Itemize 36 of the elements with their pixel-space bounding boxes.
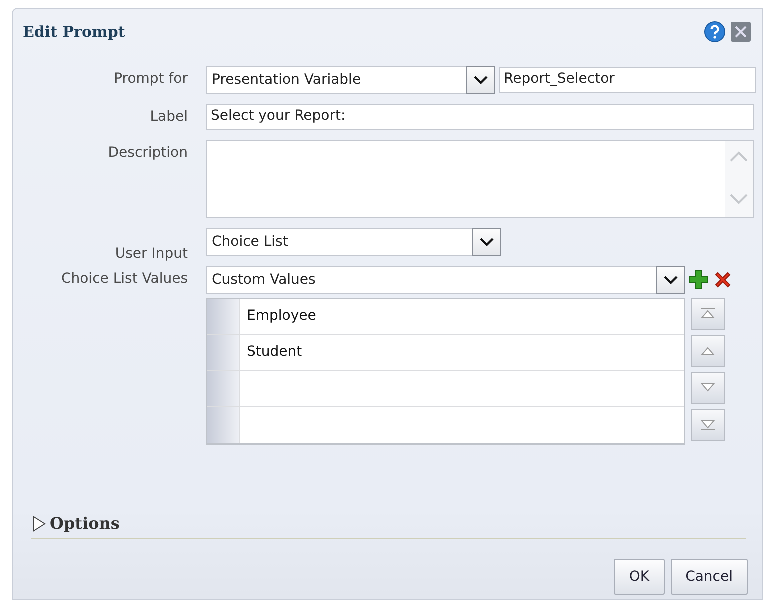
move-down-button[interactable] (691, 372, 725, 404)
options-toggle[interactable]: Options (32, 514, 120, 533)
move-top-button[interactable] (691, 298, 725, 330)
chevron-down-icon (472, 75, 488, 85)
textarea-field[interactable] (206, 140, 754, 218)
select-field[interactable]: Custom Values (206, 266, 685, 294)
field-label: User Input (115, 246, 188, 262)
table-cell[interactable]: Student (240, 335, 684, 370)
ok-button[interactable]: OK (614, 559, 665, 595)
dialog-title: Edit Prompt (23, 23, 126, 41)
triangle-bar-icon (699, 307, 717, 321)
row-header[interactable] (207, 371, 240, 406)
row-header[interactable] (207, 335, 240, 370)
chevron-down-icon (662, 275, 678, 285)
select-field[interactable]: Presentation Variable (206, 66, 495, 94)
field-label: Choice List Values (61, 270, 188, 287)
triangle-icon (32, 516, 46, 532)
field-label: Prompt for (114, 70, 188, 87)
close-icon[interactable] (730, 21, 752, 43)
scrollbar-icon (725, 141, 753, 217)
row-header[interactable] (207, 299, 240, 334)
select-field[interactable]: Choice List (206, 228, 501, 256)
input-field[interactable]: Report_Selector (499, 67, 756, 93)
field-label: Description (108, 144, 188, 161)
row-header[interactable] (207, 407, 240, 443)
table-cell[interactable]: Employee (240, 299, 684, 334)
add-icon[interactable] (689, 270, 709, 290)
input-field[interactable]: Select your Report: (206, 104, 754, 130)
triangle-bar-icon (699, 418, 717, 432)
cancel-button[interactable]: Cancel (670, 559, 748, 595)
move-up-button[interactable] (691, 335, 725, 367)
chevron-down-icon (478, 237, 494, 247)
delete-icon[interactable] (713, 270, 733, 290)
help-icon[interactable] (704, 21, 726, 43)
field-label: Label (150, 108, 188, 125)
move-bottom-button[interactable] (691, 409, 725, 441)
